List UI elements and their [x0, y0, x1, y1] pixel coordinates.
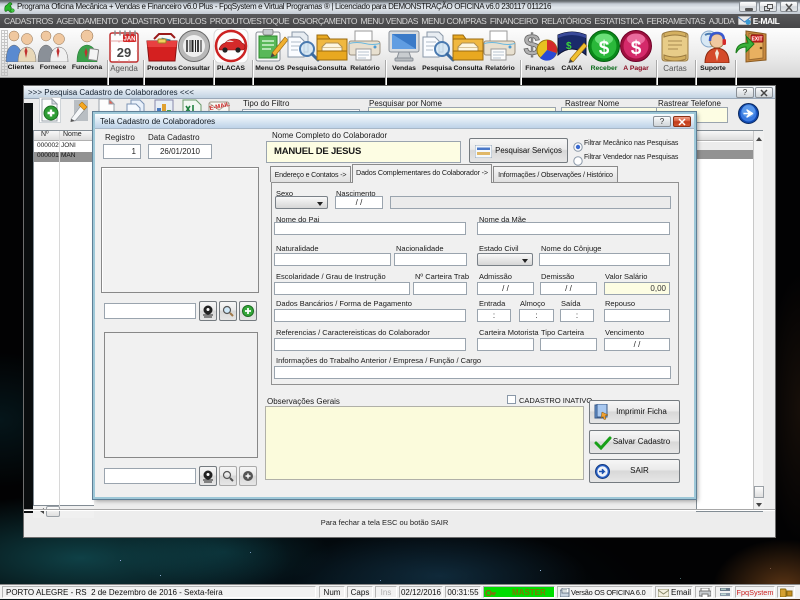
- svg-text:$: $: [566, 41, 572, 52]
- svg-text:$: $: [599, 38, 610, 59]
- svg-text:EXIT: EXIT: [751, 37, 762, 43]
- svg-text:29: 29: [117, 45, 131, 60]
- svg-text:JAN: JAN: [123, 37, 135, 43]
- svg-text:$: $: [631, 38, 642, 59]
